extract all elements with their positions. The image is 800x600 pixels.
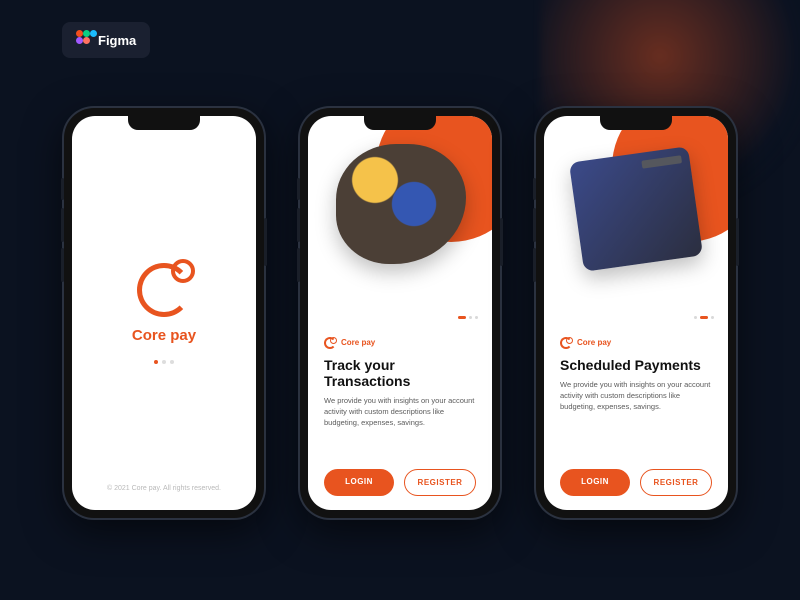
register-button[interactable]: REGISTER (404, 469, 476, 496)
brand-name: Core pay (132, 327, 196, 344)
screen-splash: Core pay © 2021 Core pay. All rights res… (72, 116, 256, 510)
brand-row: Core pay (560, 337, 712, 349)
onboarding-body: We provide you with insights on your acc… (560, 379, 712, 413)
brand-name: Core pay (577, 338, 611, 347)
people-illustration (336, 144, 466, 264)
page-indicator (458, 316, 478, 319)
phone-row: Core pay © 2021 Core pay. All rights res… (0, 108, 800, 518)
screen-onboarding-1: Core pay Track your Transactions We prov… (308, 116, 492, 510)
register-button[interactable]: REGISTER (640, 469, 712, 496)
page-indicator (694, 316, 714, 319)
page-indicator (154, 360, 174, 364)
phone-onboarding-1: Core pay Track your Transactions We prov… (300, 108, 500, 518)
phone-splash: Core pay © 2021 Core pay. All rights res… (64, 108, 264, 518)
brand-row: Core pay (324, 337, 476, 349)
hero-illustration (544, 116, 728, 337)
phone-onboarding-2: Core pay Scheduled Payments We provide y… (536, 108, 736, 518)
login-button[interactable]: LOGIN (560, 469, 630, 496)
figma-label: Figma (98, 33, 136, 48)
figma-icon (76, 30, 90, 50)
brand-name: Core pay (341, 338, 375, 347)
corepay-logo-icon (324, 337, 336, 349)
corepay-logo-icon (560, 337, 572, 349)
onboarding-title: Scheduled Payments (560, 357, 712, 373)
copyright-text: © 2021 Core pay. All rights reserved. (72, 485, 256, 492)
figma-badge: Figma (62, 22, 150, 58)
login-button[interactable]: LOGIN (324, 469, 394, 496)
credit-card-illustration (569, 146, 703, 272)
onboarding-body: We provide you with insights on your acc… (324, 395, 476, 429)
corepay-logo-icon (137, 263, 191, 317)
hero-illustration (308, 116, 492, 337)
screen-onboarding-2: Core pay Scheduled Payments We provide y… (544, 116, 728, 510)
onboarding-title: Track your Transactions (324, 357, 476, 389)
